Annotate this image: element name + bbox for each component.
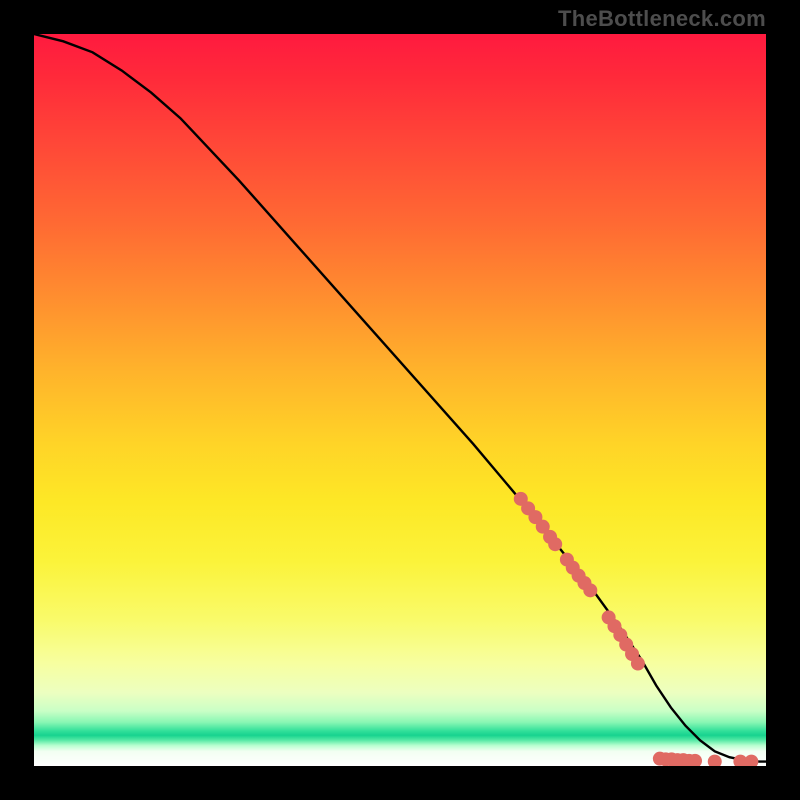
plot-area [34,34,766,766]
data-marker [631,657,645,671]
data-marker [583,583,597,597]
marker-layer [514,492,759,766]
data-marker [708,755,722,766]
curve-line [34,34,766,762]
watermark-text: TheBottleneck.com [558,6,766,32]
data-marker [548,537,562,551]
data-marker [744,755,758,766]
chart-stage: TheBottleneck.com [0,0,800,800]
chart-svg [34,34,766,766]
